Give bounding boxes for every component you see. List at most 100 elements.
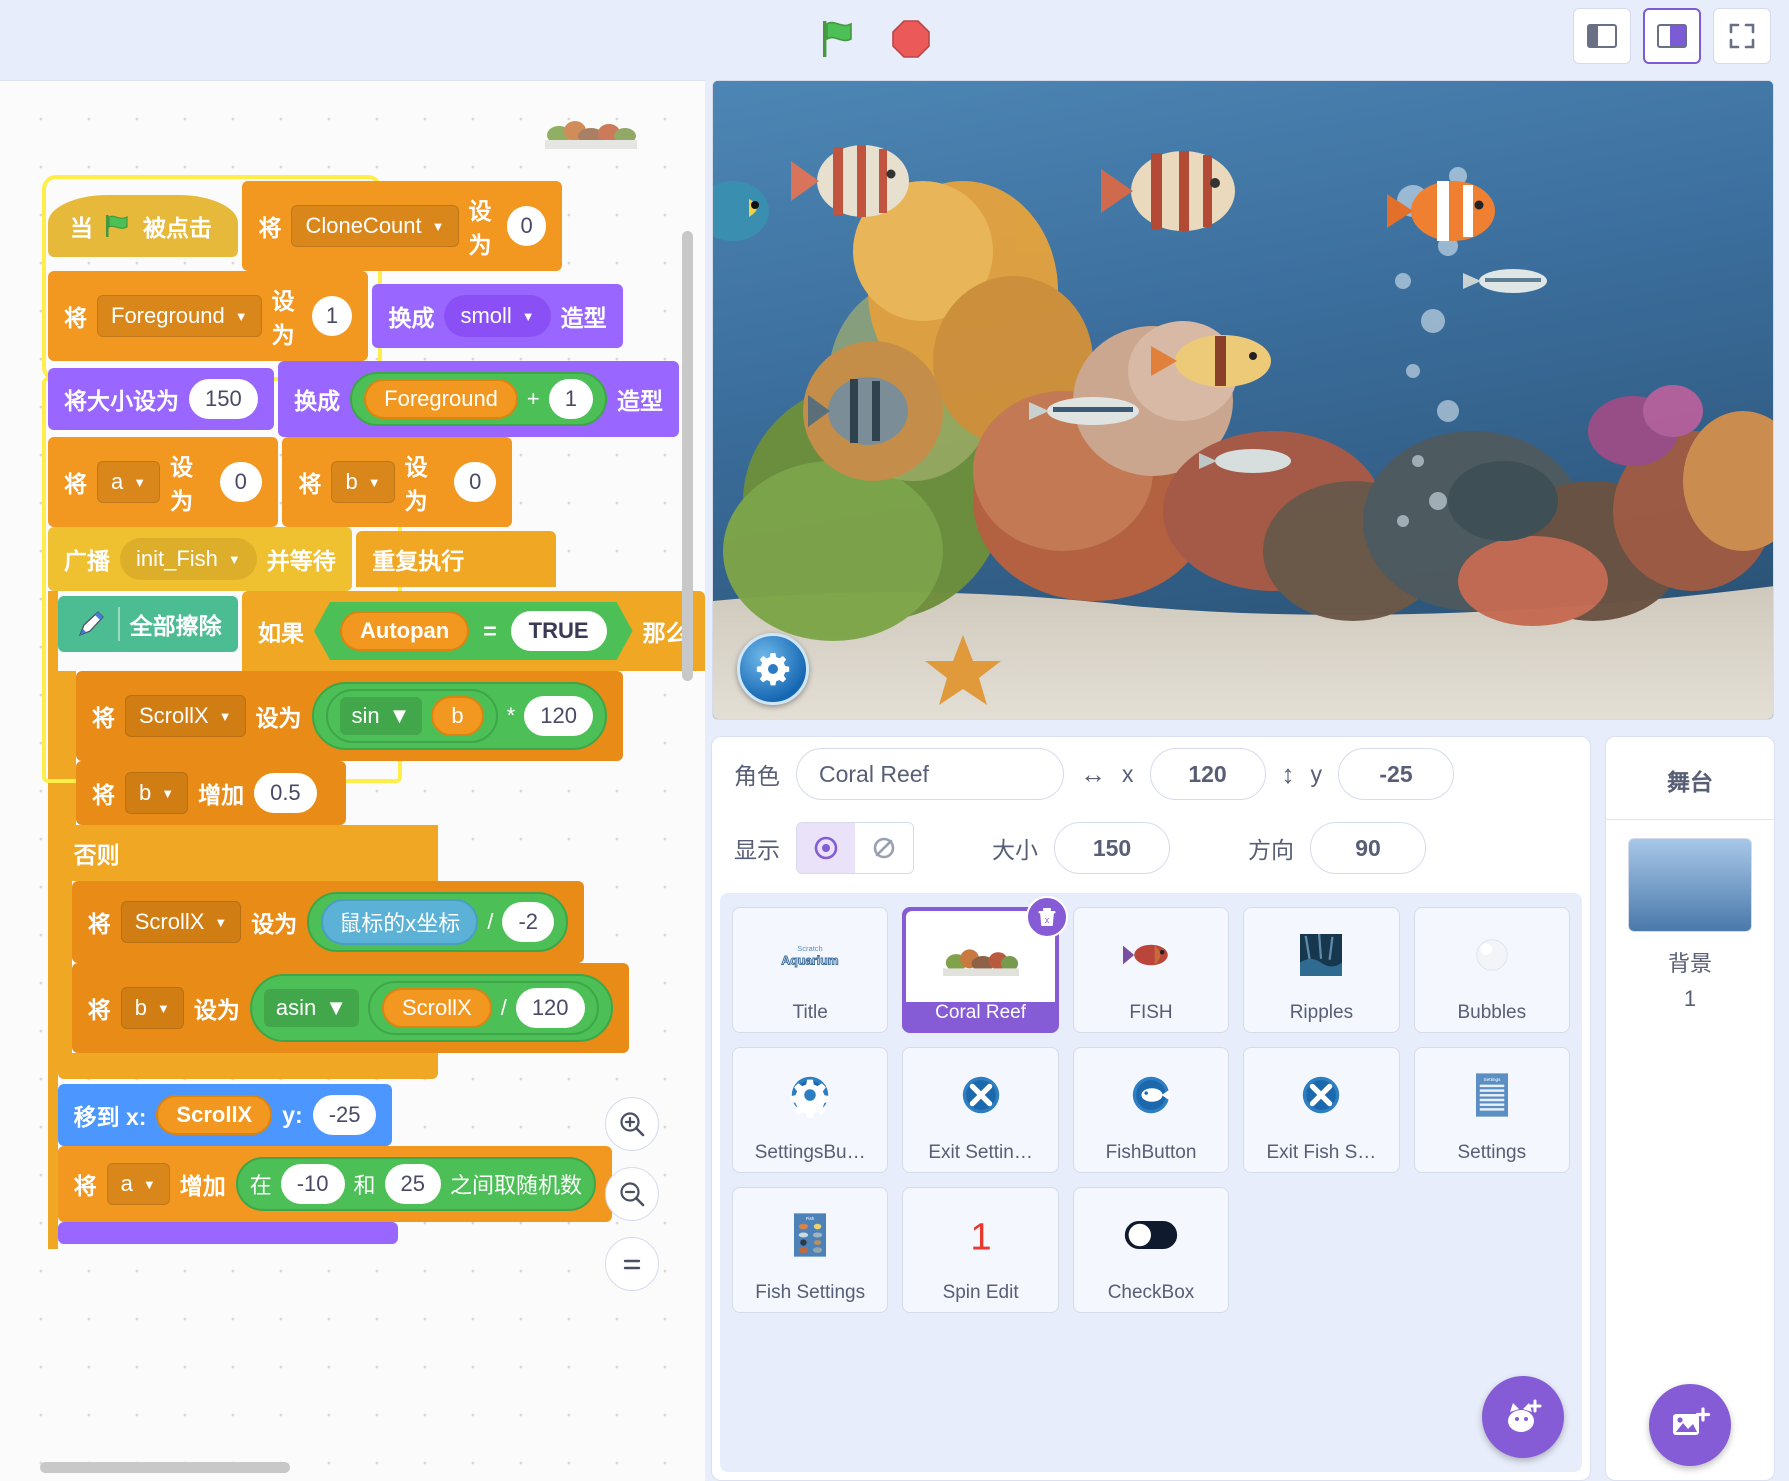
sprite-list[interactable]: Scratch Aquarium Title Coral Reef x FISH Rippl…: [720, 893, 1582, 1472]
costume-dropdown[interactable]: smoll ▼: [444, 295, 551, 337]
block-set-clonecount[interactable]: 将 CloneCount ▼ 设为 0: [242, 181, 563, 271]
goto-y-input[interactable]: -25: [312, 1095, 377, 1135]
operator-mathop-asin[interactable]: asin ▼ ScrollX / 120: [249, 974, 613, 1042]
operator-pick-random[interactable]: 在 -10 和 25 之间取随机数: [235, 1157, 597, 1211]
block-if-header[interactable]: 如果 Autopan = TRUE 那么: [242, 591, 705, 671]
block-switch-costume-smoll[interactable]: 换成 smoll ▼ 造型: [372, 284, 623, 348]
workspace-vertical-scrollbar[interactable]: [682, 231, 693, 681]
variable-dropdown-b-change[interactable]: b ▼: [124, 772, 189, 814]
block-set-a[interactable]: 将 a ▼ 设为 0: [48, 437, 278, 527]
add-operand-input[interactable]: 1: [548, 379, 594, 419]
sprite-item-ripples[interactable]: Ripples: [1243, 907, 1400, 1033]
sprite-y-input[interactable]: -25: [1338, 748, 1454, 800]
fullscreen-button[interactable]: [1713, 8, 1771, 64]
operator-mathop-sin[interactable]: sin ▼ b: [325, 689, 498, 743]
stop-button[interactable]: [882, 10, 940, 68]
block-partial-next[interactable]: [57, 1222, 398, 1244]
operator-add[interactable]: Foreground + 1: [350, 372, 608, 426]
mathop-dropdown-asin[interactable]: asin ▼: [263, 989, 359, 1027]
variable-scrollx-reporter[interactable]: ScrollX: [382, 988, 492, 1028]
block-erase-all[interactable]: 全部擦除: [57, 596, 238, 652]
variable-dropdown-b[interactable]: b ▼: [331, 461, 395, 503]
operator-multiply[interactable]: sin ▼ b * 120: [311, 682, 607, 750]
code-workspace[interactable]: 当 被点击 将 CloneCount ▼ 设为 0 将 Foreground ▼…: [0, 80, 705, 1481]
sprite-item-exit-settin[interactable]: Exit Settin…: [902, 1047, 1059, 1173]
variable-b-reporter[interactable]: b: [431, 696, 484, 736]
small-stage-button[interactable]: [1573, 8, 1631, 64]
hide-sprite-button[interactable]: [855, 823, 913, 873]
show-sprite-button[interactable]: [797, 823, 855, 873]
workspace-horizontal-scrollbar[interactable]: [40, 1462, 290, 1473]
variable-autopan-reporter[interactable]: Autopan: [340, 611, 469, 651]
sprite-direction-input[interactable]: 90: [1310, 822, 1426, 874]
operator-divide-scrollx[interactable]: ScrollX / 120: [368, 981, 599, 1035]
sprite-size-input[interactable]: 150: [1054, 822, 1170, 874]
variable-dropdown-a-change[interactable]: a ▼: [106, 1163, 170, 1205]
sprite-item-fish-settings[interactable]: Fish Fish Settings: [732, 1187, 889, 1313]
equals-operand-input[interactable]: TRUE: [511, 611, 607, 651]
size-input[interactable]: 150: [189, 379, 258, 419]
block-forever-header[interactable]: 重复执行: [356, 531, 557, 587]
block-change-b[interactable]: 将 b ▼ 增加 0.5: [75, 761, 346, 825]
stage[interactable]: [712, 80, 1774, 720]
sprite-item-bubbles[interactable]: Bubbles: [1413, 907, 1570, 1033]
block-else-header[interactable]: 否则: [57, 825, 438, 881]
sprite-item-settingsbu[interactable]: SettingsBu…: [732, 1047, 889, 1173]
add-sprite-button[interactable]: [1482, 1376, 1564, 1458]
sprite-item-settings[interactable]: Settings Settings: [1413, 1047, 1570, 1173]
sprite-item-fish[interactable]: FISH: [1072, 907, 1230, 1033]
sprite-item-exit-fish-s[interactable]: Exit Fish S…: [1243, 1047, 1400, 1173]
sprite-item-coral-reef[interactable]: Coral Reef x: [902, 896, 1068, 1033]
delete-sprite-button[interactable]: x: [1025, 896, 1068, 938]
variable-scrollx-reporter[interactable]: ScrollX: [156, 1095, 273, 1135]
block-broadcast-and-wait[interactable]: 广播 init_Fish ▼ 并等待: [48, 527, 352, 591]
mathop-dropdown[interactable]: sin ▼: [339, 697, 423, 735]
zoom-in-button[interactable]: [605, 1097, 659, 1151]
message-dropdown[interactable]: init_Fish ▼: [120, 538, 257, 580]
block-set-b-asin[interactable]: 将 b ▼ 设为 asin ▼ ScrollX / 120: [71, 963, 629, 1053]
block-set-foreground[interactable]: 将 Foreground ▼ 设为 1: [48, 271, 368, 361]
sprite-x-input[interactable]: 120: [1149, 748, 1266, 800]
sprite-item-fishbutton[interactable]: FishButton: [1072, 1047, 1230, 1173]
value-input-foreground[interactable]: 1: [311, 296, 352, 336]
block-set-scrollx-sin[interactable]: 将 ScrollX ▼ 设为 sin ▼ b * 120: [75, 671, 623, 761]
stage-settings-button[interactable]: [737, 633, 809, 705]
operator-divide-mouse[interactable]: 鼠标的x坐标 / -2: [307, 892, 568, 952]
random-min-input[interactable]: -10: [280, 1164, 345, 1204]
backdrop-thumbnail[interactable]: [1628, 838, 1752, 932]
sprite-item-title[interactable]: Scratch Aquarium Title: [732, 907, 889, 1033]
block-switch-costume-computed[interactable]: 换成 Foreground + 1 造型: [278, 361, 680, 437]
sprite-name-input[interactable]: Coral Reef: [796, 748, 1064, 800]
divide-operand-input[interactable]: 120: [515, 988, 585, 1028]
operator-equals[interactable]: Autopan = TRUE: [314, 602, 633, 660]
zoom-reset-button[interactable]: [605, 1237, 659, 1291]
block-set-b[interactable]: 将 b ▼ 设为 0: [282, 437, 513, 527]
variable-dropdown-a[interactable]: a ▼: [97, 461, 161, 503]
value-input-clonecount[interactable]: 0: [506, 206, 547, 246]
variable-dropdown-foreground[interactable]: Foreground ▼: [97, 295, 262, 337]
block-when-flag-clicked[interactable]: 当 被点击: [48, 195, 238, 257]
variable-dropdown-b-set[interactable]: b ▼: [120, 987, 184, 1029]
value-input-b[interactable]: 0: [453, 462, 497, 502]
sensing-mouse-x-reporter[interactable]: 鼠标的x坐标: [321, 899, 479, 945]
random-max-input[interactable]: 25: [384, 1164, 442, 1204]
script-stack[interactable]: 当 被点击 将 CloneCount ▼ 设为 0 将 Foreground ▼…: [42, 175, 705, 1249]
green-flag-button[interactable]: [810, 10, 868, 68]
sprite-item-checkbox[interactable]: CheckBox: [1072, 1187, 1230, 1313]
variable-foreground-reporter[interactable]: Foreground: [364, 379, 518, 419]
variable-dropdown-scrollx2[interactable]: ScrollX ▼: [120, 901, 242, 943]
variable-dropdown-scrollx[interactable]: ScrollX ▼: [124, 695, 246, 737]
large-stage-button[interactable]: [1643, 8, 1701, 64]
divide-operand-input[interactable]: -2: [502, 902, 554, 942]
block-set-scrollx-mouse[interactable]: 将 ScrollX ▼ 设为 鼠标的x坐标 / -2: [71, 881, 584, 963]
multiply-operand-input[interactable]: 120: [524, 696, 593, 736]
sprite-item-spin-edit[interactable]: 1 Spin Edit: [902, 1187, 1059, 1313]
block-change-a-random[interactable]: 将 a ▼ 增加 在 -10 和 25 之间取随机数: [57, 1146, 613, 1222]
variable-dropdown-clonecount[interactable]: CloneCount ▼: [291, 205, 459, 247]
value-input-a[interactable]: 0: [219, 462, 262, 502]
block-set-size[interactable]: 将大小设为 150: [48, 368, 274, 430]
change-amount-input[interactable]: 0.5: [254, 773, 317, 813]
block-goto-xy[interactable]: 移到 x: ScrollX y: -25: [57, 1084, 393, 1146]
zoom-out-button[interactable]: [605, 1167, 659, 1221]
add-backdrop-button[interactable]: [1649, 1384, 1731, 1466]
